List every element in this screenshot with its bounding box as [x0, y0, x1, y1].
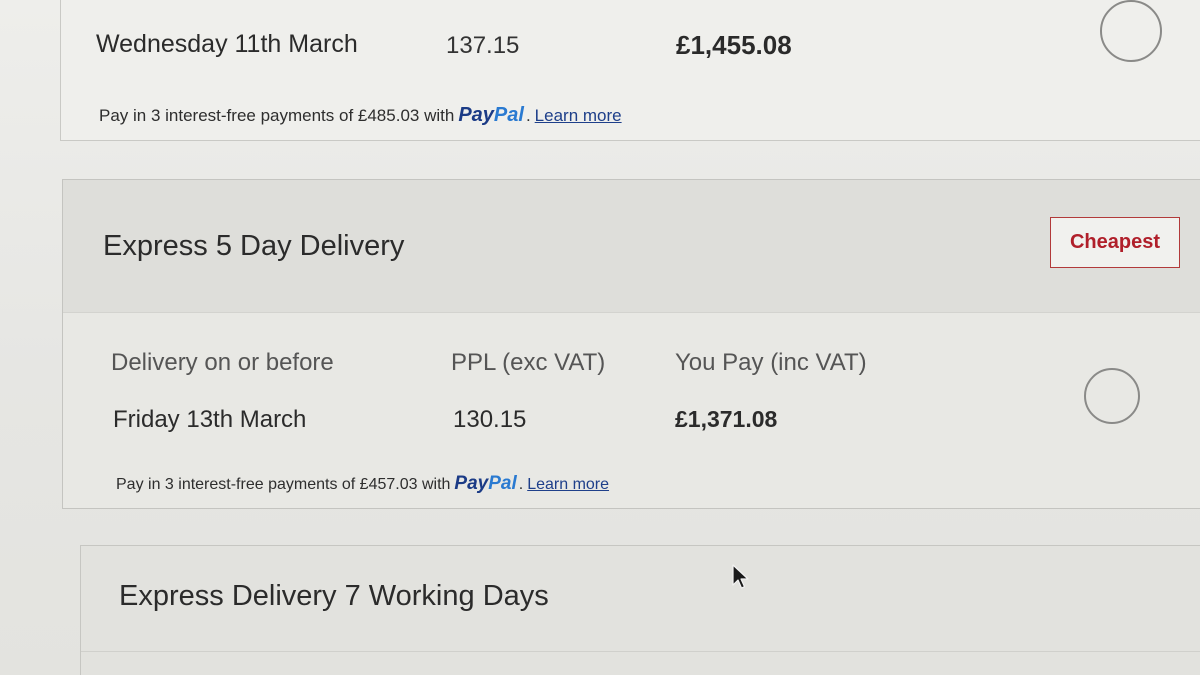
- ppl-price: 130.15: [453, 406, 527, 433]
- you-pay-price: £1,371.08: [675, 406, 778, 432]
- you-pay-price: £1,455.08: [676, 30, 792, 60]
- paypal-logo: PayPal: [458, 104, 524, 126]
- delivery-date: Wednesday 11th March: [96, 30, 358, 58]
- divider: [81, 651, 1200, 652]
- paypal-logo-pal: Pal: [488, 473, 517, 494]
- cheapest-badge: Cheapest: [1050, 217, 1180, 268]
- option-header: Express 5 Day Delivery Cheapest: [63, 180, 1200, 313]
- delivery-options-page: Wednesday 11th March 137.15 £1,455.08 Pa…: [0, 0, 1200, 675]
- mouse-pointer-icon: [732, 564, 749, 589]
- option-details: Delivery on or before PPL (exc VAT) You …: [63, 313, 1200, 508]
- option-title: Express Delivery 7 Working Days: [119, 580, 549, 612]
- header-you-pay: You Pay (inc VAT): [675, 349, 867, 376]
- radio-button-icon[interactable]: [1084, 368, 1140, 424]
- paypal-logo-pal: Pal: [493, 104, 524, 126]
- paypal-period: .: [525, 106, 531, 125]
- paypal-logo-pay: Pay: [454, 473, 489, 494]
- paypal-installments: Pay in 3 interest-free payments of £485.…: [99, 104, 622, 127]
- paypal-period: .: [518, 476, 524, 493]
- delivery-option-express-7-day[interactable]: Express Delivery 7 Working Days: [80, 545, 1200, 675]
- paypal-logo: PayPal: [454, 473, 516, 494]
- delivery-date: Friday 13th March: [113, 406, 307, 433]
- paypal-installments: Pay in 3 interest-free payments of £457.…: [116, 473, 609, 495]
- option-title: Express 5 Day Delivery: [103, 230, 405, 262]
- paypal-text: Pay in 3 interest-free payments of £457.…: [116, 476, 451, 493]
- delivery-option-express-5-day[interactable]: Express 5 Day Delivery Cheapest Delivery…: [62, 179, 1200, 509]
- delivery-option-standard[interactable]: Wednesday 11th March 137.15 £1,455.08 Pa…: [60, 0, 1200, 141]
- header-ppl: PPL (exc VAT): [451, 349, 606, 376]
- learn-more-link[interactable]: Learn more: [527, 476, 609, 493]
- ppl-price: 137.15: [446, 32, 520, 59]
- learn-more-link[interactable]: Learn more: [535, 106, 622, 125]
- paypal-text: Pay in 3 interest-free payments of £485.…: [99, 106, 455, 125]
- header-delivery: Delivery on or before: [111, 349, 334, 376]
- paypal-logo-pay: Pay: [458, 104, 494, 126]
- radio-button-icon[interactable]: [1100, 0, 1162, 62]
